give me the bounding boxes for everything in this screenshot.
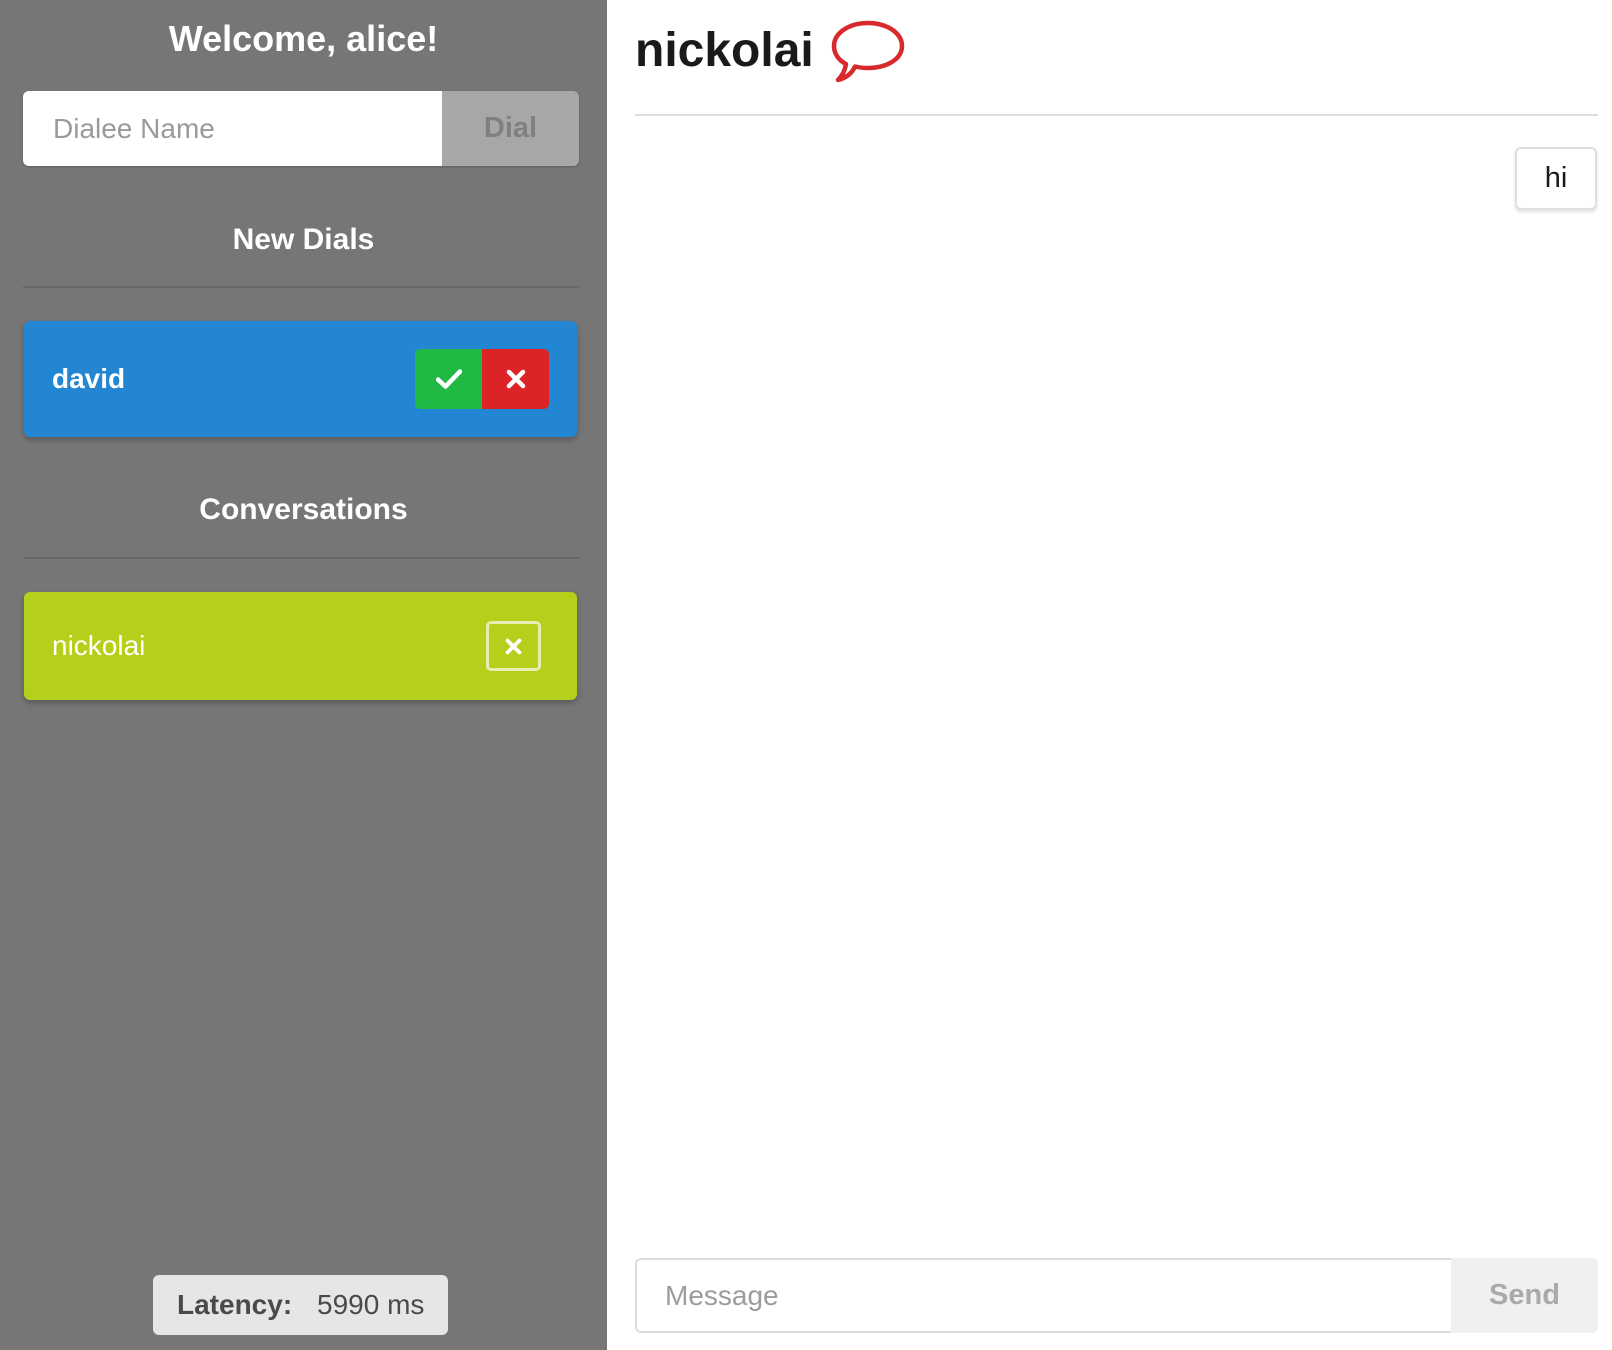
conversations-heading: Conversations [199,493,408,526]
reject-dial-button[interactable] [482,349,549,409]
speech-bubble-icon [831,20,904,83]
x-icon [506,369,525,389]
latency-label: Latency: [177,1289,293,1320]
chat-title: nickolai [635,24,814,77]
new-dials-divider [23,286,579,288]
conversations-divider [23,557,579,559]
message-input[interactable] [635,1258,1451,1333]
message-form: Send [635,1258,1598,1333]
new-dials-heading: New Dials [232,223,375,256]
dial-button[interactable]: Dial [442,91,579,166]
dialee-name-input[interactable] [23,91,442,166]
check-icon [435,369,462,389]
close-conversation-button[interactable] [486,621,541,671]
x-icon [505,638,522,654]
send-button[interactable]: Send [1451,1258,1598,1333]
conversation-item[interactable]: nickolai [24,592,577,700]
sidebar: Welcome, alice! Dial New Dials david Con… [0,0,607,1350]
dial-form: Dial [23,91,579,166]
chat-header: nickolai [635,18,906,84]
latency-value: 5990 ms [317,1289,425,1320]
accept-dial-button[interactable] [415,349,482,409]
new-dial-item: david [24,321,577,437]
new-dial-name: david [52,363,126,394]
app: Welcome, alice! Dial New Dials david Con… [0,0,1612,1350]
welcome-heading: Welcome, alice! [168,18,439,59]
conversation-name: nickolai [52,630,146,661]
latency-indicator: Latency: 5990 ms [153,1275,448,1335]
chat-header-divider [635,114,1598,116]
chat-message: hi [1515,147,1597,210]
